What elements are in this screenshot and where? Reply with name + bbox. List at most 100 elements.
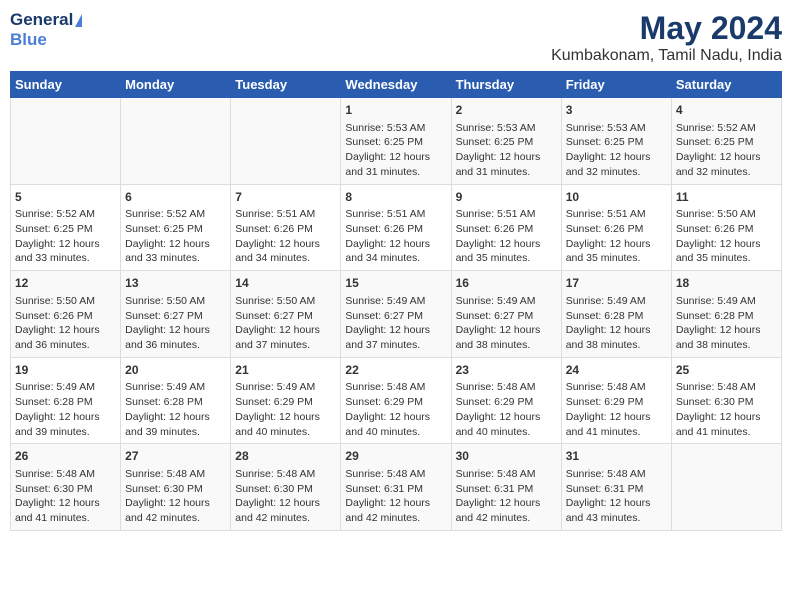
col-friday: Friday: [561, 72, 671, 98]
sunset-text: Sunset: 6:25 PM: [456, 135, 557, 150]
table-row: 29Sunrise: 5:48 AMSunset: 6:31 PMDayligh…: [341, 444, 451, 531]
sunrise-text: Sunrise: 5:53 AM: [566, 121, 667, 136]
sunset-text: Sunset: 6:28 PM: [125, 395, 226, 410]
table-row: 18 Sunrise: 5:49 AMSunset: 6:28 PMDayligh…: [671, 271, 781, 358]
sunset-text: Sunset: 6:27 PM: [456, 309, 557, 324]
day-number: 7: [235, 189, 336, 206]
page-subtitle: Kumbakonam, Tamil Nadu, India: [551, 47, 782, 65]
day-number: 26: [15, 448, 116, 465]
daylight-text: Daylight: 12 hours and 40 minutes.: [456, 410, 557, 439]
sunset-text: Sunset: 6:26 PM: [15, 309, 116, 324]
col-saturday: Saturday: [671, 72, 781, 98]
table-row: 10Sunrise: 5:51 AMSunset: 6:26 PMDayligh…: [561, 184, 671, 271]
table-row: 1Sunrise: 5:53 AMSunset: 6:25 PMDaylight…: [341, 98, 451, 185]
table-row: 6Sunrise: 5:52 AMSunset: 6:25 PMDaylight…: [121, 184, 231, 271]
day-number: 24: [566, 362, 667, 379]
day-number: 1: [345, 102, 446, 119]
daylight-text: Daylight: 12 hours and 33 minutes.: [15, 237, 116, 266]
calendar-week-row: 1Sunrise: 5:53 AMSunset: 6:25 PMDaylight…: [11, 98, 782, 185]
table-row: 25Sunrise: 5:48 AMSunset: 6:30 PMDayligh…: [671, 357, 781, 444]
sunrise-text: Sunrise: 5:49 AM: [235, 380, 336, 395]
sunrise-text: Sunrise: 5:53 AM: [456, 121, 557, 136]
sunrise-text: Sunrise: 5:48 AM: [676, 380, 777, 395]
daylight-text: Daylight: 12 hours and 38 minutes.: [456, 323, 557, 352]
day-number: 3: [566, 102, 667, 119]
sunrise-text: Sunrise: 5:51 AM: [566, 207, 667, 222]
sunset-text: Sunset: 6:26 PM: [345, 222, 446, 237]
daylight-text: Daylight: 12 hours and 42 minutes.: [235, 496, 336, 525]
table-row: 21Sunrise: 5:49 AMSunset: 6:29 PMDayligh…: [231, 357, 341, 444]
daylight-text: Daylight: 12 hours and 36 minutes.: [125, 323, 226, 352]
daylight-text: Daylight: 12 hours and 42 minutes.: [345, 496, 446, 525]
daylight-text: Daylight: 12 hours and 40 minutes.: [345, 410, 446, 439]
logo-general: General: [10, 10, 73, 30]
sunrise-text: Sunrise: 5:50 AM: [676, 207, 777, 222]
sunset-text: Sunset: 6:26 PM: [566, 222, 667, 237]
sunrise-text: Sunrise: 5:49 AM: [125, 380, 226, 395]
day-number: 8: [345, 189, 446, 206]
daylight-text: Daylight: 12 hours and 42 minutes.: [456, 496, 557, 525]
day-number: 25: [676, 362, 777, 379]
day-number: 11: [676, 189, 777, 206]
sunrise-text: Sunrise: 5:52 AM: [676, 121, 777, 136]
daylight-text: Daylight: 12 hours and 32 minutes.: [566, 150, 667, 179]
sunset-text: Sunset: 6:30 PM: [676, 395, 777, 410]
title-block: May 2024 Kumbakonam, Tamil Nadu, India: [551, 10, 782, 65]
sunrise-text: Sunrise: 5:51 AM: [235, 207, 336, 222]
day-number: 15: [345, 275, 446, 292]
sunrise-text: Sunrise: 5:48 AM: [235, 467, 336, 482]
day-number: 28: [235, 448, 336, 465]
sunset-text: Sunset: 6:26 PM: [456, 222, 557, 237]
table-row: [11, 98, 121, 185]
col-wednesday: Wednesday: [341, 72, 451, 98]
daylight-text: Daylight: 12 hours and 33 minutes.: [125, 237, 226, 266]
table-row: [671, 444, 781, 531]
table-row: 23Sunrise: 5:48 AMSunset: 6:29 PMDayligh…: [451, 357, 561, 444]
col-tuesday: Tuesday: [231, 72, 341, 98]
calendar-week-row: 19Sunrise: 5:49 AMSunset: 6:28 PMDayligh…: [11, 357, 782, 444]
sunrise-text: Sunrise: 5:52 AM: [15, 207, 116, 222]
day-number: 9: [456, 189, 557, 206]
daylight-text: Daylight: 12 hours and 34 minutes.: [345, 237, 446, 266]
table-row: [121, 98, 231, 185]
table-row: 15Sunrise: 5:49 AMSunset: 6:27 PMDayligh…: [341, 271, 451, 358]
sunset-text: Sunset: 6:28 PM: [15, 395, 116, 410]
sunset-text: Sunset: 6:27 PM: [345, 309, 446, 324]
sunset-text: Sunset: 6:29 PM: [566, 395, 667, 410]
sunset-text: Sunset: 6:25 PM: [15, 222, 116, 237]
sunrise-text: Sunrise: 5:48 AM: [566, 380, 667, 395]
table-row: 2Sunrise: 5:53 AMSunset: 6:25 PMDaylight…: [451, 98, 561, 185]
sunrise-text: Sunrise: 5:50 AM: [125, 294, 226, 309]
sunrise-text: Sunrise: 5:50 AM: [15, 294, 116, 309]
daylight-text: Daylight: 12 hours and 34 minutes.: [235, 237, 336, 266]
daylight-text: Daylight: 12 hours and 43 minutes.: [566, 496, 667, 525]
table-row: 8Sunrise: 5:51 AMSunset: 6:26 PMDaylight…: [341, 184, 451, 271]
sunrise-text: Sunrise: 5:49 AM: [676, 294, 777, 309]
daylight-text: Daylight: 12 hours and 35 minutes.: [676, 237, 777, 266]
day-number: 13: [125, 275, 226, 292]
table-row: 26Sunrise: 5:48 AMSunset: 6:30 PMDayligh…: [11, 444, 121, 531]
day-number: 10: [566, 189, 667, 206]
sunset-text: Sunset: 6:25 PM: [676, 135, 777, 150]
sunset-text: Sunset: 6:28 PM: [676, 309, 777, 324]
sunset-text: Sunset: 6:29 PM: [456, 395, 557, 410]
day-number: 14: [235, 275, 336, 292]
daylight-text: Daylight: 12 hours and 38 minutes.: [676, 323, 777, 352]
day-number: 5: [15, 189, 116, 206]
sunset-text: Sunset: 6:26 PM: [676, 222, 777, 237]
sunset-text: Sunset: 6:25 PM: [566, 135, 667, 150]
day-number: 31: [566, 448, 667, 465]
table-row: 13Sunrise: 5:50 AMSunset: 6:27 PMDayligh…: [121, 271, 231, 358]
day-number: 20: [125, 362, 226, 379]
day-number: 18: [676, 275, 777, 292]
calendar-week-row: 26Sunrise: 5:48 AMSunset: 6:30 PMDayligh…: [11, 444, 782, 531]
sunrise-text: Sunrise: 5:49 AM: [15, 380, 116, 395]
day-number: 12: [15, 275, 116, 292]
day-number: 19: [15, 362, 116, 379]
daylight-text: Daylight: 12 hours and 40 minutes.: [235, 410, 336, 439]
daylight-text: Daylight: 12 hours and 35 minutes.: [566, 237, 667, 266]
daylight-text: Daylight: 12 hours and 41 minutes.: [15, 496, 116, 525]
sunset-text: Sunset: 6:31 PM: [345, 482, 446, 497]
daylight-text: Daylight: 12 hours and 42 minutes.: [125, 496, 226, 525]
sunset-text: Sunset: 6:28 PM: [566, 309, 667, 324]
